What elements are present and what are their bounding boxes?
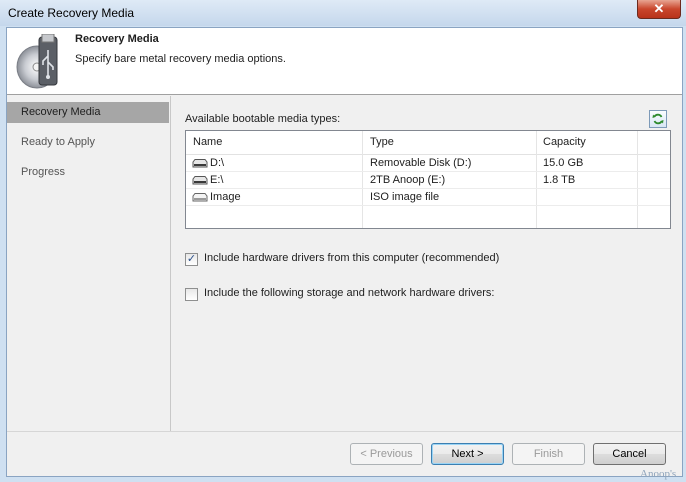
table-row[interactable]: D:\ Removable Disk (D:) 15.0 GB (186, 155, 670, 172)
checkmark-icon: ✓ (186, 253, 197, 265)
usb-disc-icon (16, 34, 58, 89)
column-header-type[interactable]: Type (370, 136, 394, 148)
footer-divider (7, 431, 682, 432)
nav-item-recovery-media[interactable]: Recovery Media (7, 102, 169, 123)
include-storage-label[interactable]: Include the following storage and networ… (204, 287, 494, 299)
title-bar[interactable]: Create Recovery Media ✕ (0, 0, 686, 26)
table-row[interactable]: Image ISO image file (186, 189, 670, 206)
refresh-button[interactable] (649, 110, 667, 128)
dialog-client-area: Recovery Media Specify bare metal recove… (6, 27, 683, 477)
previous-button[interactable]: < Previous (350, 443, 423, 465)
include-drivers-checkbox[interactable]: ✓ (185, 253, 198, 266)
row-type: 2TB Anoop (E:) (370, 174, 446, 186)
row-capacity: 15.0 GB (543, 157, 584, 169)
table-header: Name Type Capacity (186, 131, 670, 155)
header-subtitle: Specify bare metal recovery media option… (75, 53, 286, 65)
nav-divider (170, 96, 171, 432)
close-button[interactable]: ✕ (637, 0, 681, 19)
nav-item-ready-to-apply[interactable]: Ready to Apply (7, 132, 169, 153)
drive-icon (192, 159, 208, 168)
window-title: Create Recovery Media (8, 6, 135, 20)
column-header-capacity[interactable]: Capacity (543, 136, 586, 148)
row-name: Image (210, 191, 241, 203)
row-capacity: 1.8 TB (543, 174, 576, 186)
column-header-name[interactable]: Name (193, 136, 222, 148)
media-table[interactable]: Name Type Capacity D:\ Removable Disk (D… (185, 130, 671, 229)
header-title: Recovery Media (75, 33, 159, 45)
row-type: Removable Disk (D:) (370, 157, 472, 169)
refresh-icon (652, 113, 664, 125)
media-types-label: Available bootable media types: (185, 113, 341, 125)
include-drivers-label[interactable]: Include hardware drivers from this compu… (204, 252, 499, 264)
wizard-header: Recovery Media Specify bare metal recove… (7, 28, 682, 95)
row-name: E:\ (210, 174, 224, 186)
nav-item-progress[interactable]: Progress (7, 162, 169, 183)
row-name: D:\ (210, 157, 225, 169)
close-icon: ✕ (653, 1, 665, 16)
drive-icon (192, 176, 208, 185)
watermark: Anoop's (640, 468, 677, 480)
include-storage-checkbox[interactable] (185, 288, 198, 301)
next-button[interactable]: Next > (431, 443, 504, 465)
wizard-nav: Recovery Media Ready to Apply Progress (7, 100, 170, 460)
table-row[interactable]: E:\ 2TB Anoop (E:) 1.8 TB (186, 172, 670, 189)
row-type: ISO image file (370, 191, 440, 203)
cancel-button[interactable]: Cancel (593, 443, 666, 465)
drive-icon (192, 193, 208, 202)
finish-button[interactable]: Finish (512, 443, 585, 465)
